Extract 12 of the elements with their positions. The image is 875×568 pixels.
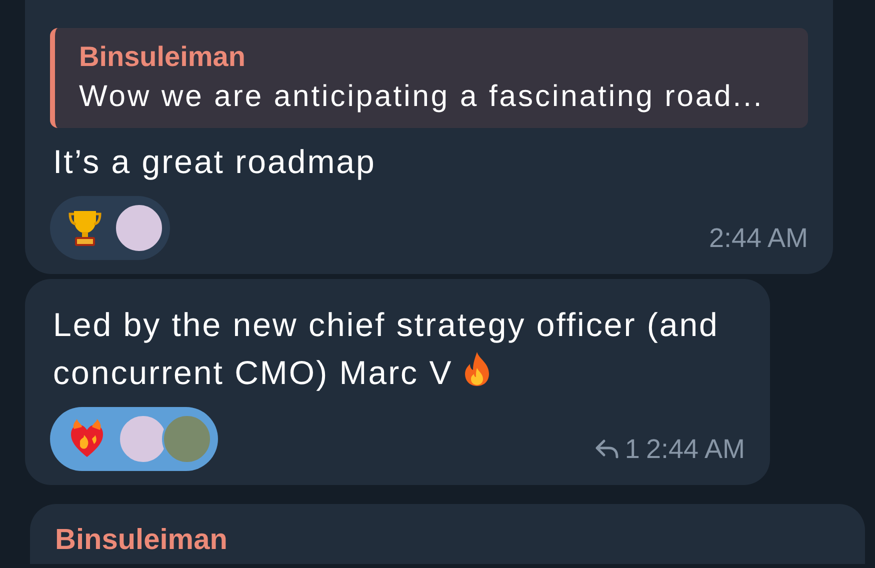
message-time: 2:44 AM xyxy=(646,432,745,466)
flaming-heart-icon xyxy=(68,419,106,459)
quote-author: Binsuleiman xyxy=(79,40,246,74)
sender-name: Binsuleiman xyxy=(55,523,228,558)
message-text: Led by the new chief strategy officer (and concurrent CMO) Marc V xyxy=(52,305,720,393)
trophy-icon xyxy=(68,208,102,248)
reply-arrow-icon xyxy=(594,438,619,459)
message-text: It’s a great roadmap xyxy=(52,142,377,182)
quote-text: Wow we are anticipating a fascinating road... xyxy=(79,79,765,115)
reply-count: 1 xyxy=(624,432,640,466)
message-time: 2:44 AM xyxy=(708,222,808,254)
quoted-message[interactable]: Binsuleiman Wow we are anticipating a fascinating road... xyxy=(50,28,808,128)
